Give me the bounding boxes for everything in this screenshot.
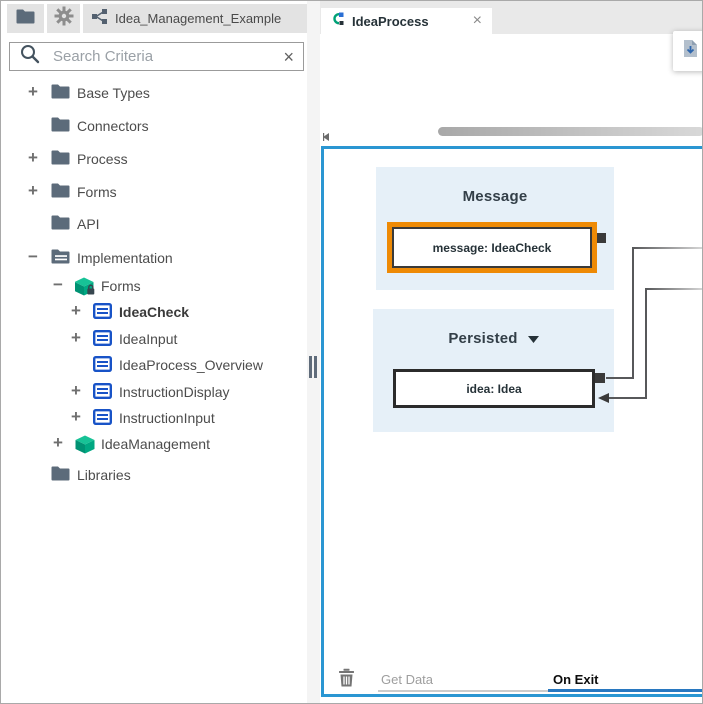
splitter-handle-icon [309, 356, 312, 378]
project-tree: +Base TypesConnectors+Process+FormsAPI−I… [1, 76, 307, 676]
cube-lock-icon [75, 277, 96, 299]
floating-toolbar [673, 31, 703, 71]
tree-item-ideainput[interactable]: + IdeaInput [1, 327, 306, 353]
expand-icon[interactable]: + [68, 328, 84, 348]
tree-item-ideamanagement[interactable]: + IdeaManagement [1, 432, 306, 458]
expand-icon[interactable]: + [50, 433, 66, 453]
close-tab-icon[interactable]: × [473, 13, 482, 29]
tree-item-label: Implementation [77, 250, 173, 266]
tab-label: IdeaProcess [352, 14, 429, 29]
settings-button[interactable] [47, 4, 80, 33]
form-icon [93, 409, 112, 428]
tab-get-data[interactable]: Get Data [381, 672, 433, 687]
chevron-down-icon[interactable] [528, 330, 539, 347]
tree-item-instructiondisplay[interactable]: + InstructionDisplay [1, 380, 306, 406]
tree-item-instructioninput[interactable]: + InstructionInput [1, 406, 306, 432]
tree-item-base types[interactable]: + Base Types [1, 81, 306, 107]
folder-icon [51, 183, 70, 201]
message-node-label: message: IdeaCheck [392, 227, 592, 268]
panel-splitter[interactable] [307, 1, 320, 704]
folder-icon [51, 150, 70, 168]
form-icon [93, 303, 112, 322]
folder-open-icon [51, 249, 71, 267]
export-document-icon[interactable] [683, 39, 698, 63]
tree-item-label: Process [77, 151, 128, 167]
cube-icon [75, 435, 95, 457]
process-icon [331, 12, 344, 31]
expand-icon[interactable]: + [25, 82, 41, 102]
tree-item-label: Forms [77, 184, 117, 200]
tree-item-label: Base Types [77, 85, 150, 101]
tree-item-api[interactable]: API [1, 212, 306, 238]
tree-item-implementation[interactable]: − Implementation [1, 246, 306, 272]
scroll-left-icon[interactable] [323, 128, 329, 146]
inactive-tab-underline [378, 690, 548, 692]
expand-icon[interactable]: + [68, 381, 84, 401]
tree-item-connectors[interactable]: Connectors [1, 114, 306, 140]
tree-item-ideaprocess-overview[interactable]: IdeaProcess_Overview [1, 353, 306, 379]
tab-ideaprocess[interactable]: IdeaProcess × [321, 8, 492, 34]
collapse-icon[interactable]: − [50, 275, 66, 295]
gear-icon [54, 6, 74, 31]
message-node-selected[interactable]: message: IdeaCheck [387, 222, 597, 273]
expand-icon[interactable]: + [68, 301, 84, 321]
idea-node-label: idea: Idea [466, 382, 521, 396]
tree-item-label: IdeaProcess_Overview [119, 357, 263, 373]
expand-icon[interactable]: + [25, 181, 41, 201]
folder-icon [51, 466, 70, 484]
folder-icon [51, 117, 70, 135]
tree-item-forms[interactable]: + Forms [1, 180, 306, 206]
tree-item-label: IdeaCheck [119, 304, 189, 320]
tree-item-label: InstructionDisplay [119, 384, 230, 400]
tree-item-label: InstructionInput [119, 410, 215, 426]
editor-tab-bar: IdeaProcess × [320, 1, 703, 34]
tree-item-label: IdeaInput [119, 331, 177, 347]
persisted-panel-title: Persisted [448, 330, 517, 347]
project-tab-label: Idea_Management_Example [115, 11, 281, 26]
project-tab[interactable]: Idea_Management_Example [83, 4, 307, 33]
search-box: × [9, 42, 304, 71]
expand-icon[interactable]: + [68, 407, 84, 427]
active-tab-underline [548, 689, 703, 692]
message-panel-title: Message [463, 188, 528, 205]
tree-item-label: IdeaManagement [101, 436, 210, 452]
tree-item-label: Forms [101, 278, 141, 294]
expand-icon[interactable]: + [25, 148, 41, 168]
search-input[interactable] [51, 47, 273, 66]
tree-item-label: Connectors [77, 118, 149, 134]
form-icon [93, 330, 112, 349]
app-window: Idea_Management_Example × + Base Types Con… [0, 0, 703, 704]
form-icon [93, 356, 112, 375]
collapse-icon[interactable]: − [25, 247, 41, 267]
tree-item-libraries[interactable]: Libraries [1, 463, 306, 489]
clear-search-icon[interactable]: × [283, 48, 294, 66]
tree-item-process[interactable]: + Process [1, 147, 306, 173]
folder-button[interactable] [7, 4, 44, 33]
hierarchy-icon [92, 9, 107, 29]
folder-icon [51, 215, 70, 233]
tree-item-label: API [77, 216, 100, 232]
tree-item-ideacheck[interactable]: + IdeaCheck [1, 300, 306, 326]
folder-icon [16, 9, 35, 29]
tab-on-exit[interactable]: On Exit [553, 672, 599, 687]
folder-icon [51, 84, 70, 102]
idea-node[interactable]: idea: Idea [393, 369, 595, 408]
tree-item-forms[interactable]: − Forms [1, 274, 306, 300]
form-icon [93, 383, 112, 402]
horizontal-scrollbar-thumb[interactable] [438, 127, 703, 136]
tree-item-label: Libraries [77, 467, 131, 483]
splitter-handle-icon [314, 356, 317, 378]
trash-icon[interactable] [338, 668, 355, 692]
search-icon [19, 43, 41, 70]
